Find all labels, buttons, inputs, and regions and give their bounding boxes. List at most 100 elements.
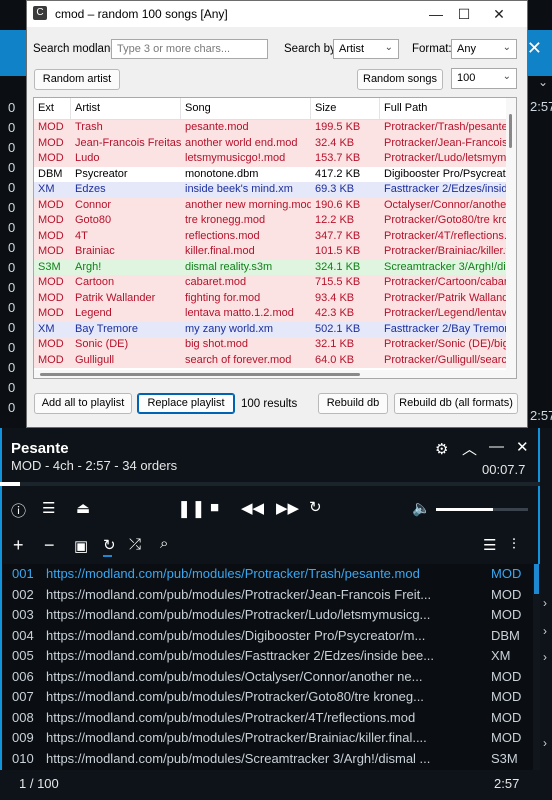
stop-icon[interactable]: ■ bbox=[210, 499, 219, 516]
playlist-ext: MOD bbox=[491, 566, 522, 581]
scrollbar-thumb[interactable] bbox=[509, 114, 512, 148]
playlist-item[interactable]: 003 https://modland.com/pub/modules/Protr… bbox=[3, 605, 533, 626]
replace-playlist-button[interactable]: Replace playlist bbox=[137, 393, 235, 414]
table-row[interactable]: MOD Goto80 tre kronegg.mod 12.2 KB Protracke… bbox=[34, 213, 507, 229]
table-row[interactable]: S3M Argh! dismal reality.s3m 324.1 KB Scream… bbox=[34, 259, 507, 275]
results-count: 100 results bbox=[241, 398, 298, 410]
search-by-select[interactable]: Artist ⌄ bbox=[333, 39, 399, 59]
playlist-item[interactable]: 005 https://modland.com/pub/modules/Fastt… bbox=[3, 646, 533, 667]
search-icon[interactable]: ⌕ bbox=[160, 535, 168, 552]
cell-song: another new morning.mod bbox=[185, 198, 311, 211]
info-icon[interactable]: ⓘ bbox=[11, 500, 26, 521]
eject-icon[interactable]: ⏏ bbox=[76, 499, 90, 517]
cell-path: Screamtracker 3/Argh!/dismal bbox=[384, 260, 507, 273]
table-row[interactable]: MOD Legend lentava matto.1.2.mod 42.3 KB Pro… bbox=[34, 306, 507, 322]
playlist-ext: MOD bbox=[491, 607, 522, 622]
chevron-right-icon[interactable]: › bbox=[543, 596, 547, 610]
background-row-number: 0 bbox=[8, 100, 16, 115]
menu-icon[interactable]: ☰ bbox=[42, 499, 55, 517]
column-header-full-path[interactable]: Full Path bbox=[380, 98, 510, 119]
close-icon[interactable]: ✕ bbox=[516, 438, 529, 456]
cell-size: 153.7 KB bbox=[315, 152, 361, 164]
minimize-icon[interactable]: — bbox=[489, 438, 504, 455]
column-header-ext[interactable]: Ext bbox=[34, 98, 71, 119]
playlist-item[interactable]: 009 https://modland.com/pub/modules/Protr… bbox=[3, 728, 533, 749]
playlist-item[interactable]: 007 https://modland.com/pub/modules/Protr… bbox=[3, 687, 533, 708]
playlist-icon[interactable]: ☰ bbox=[483, 536, 496, 554]
table-row[interactable]: MOD Ludo letsmymusicgo!.mod 153.7 KB Protrac… bbox=[34, 151, 507, 167]
rebuild-db-button[interactable]: Rebuild db bbox=[318, 393, 388, 414]
save-icon[interactable]: ▣ bbox=[74, 537, 88, 555]
column-header-size[interactable]: Size bbox=[311, 98, 380, 119]
chevron-up-icon[interactable]: ︿ bbox=[462, 438, 477, 459]
playlist-item[interactable]: 002 https://modland.com/pub/modules/Protr… bbox=[3, 585, 533, 606]
scrollbar-thumb[interactable] bbox=[40, 373, 360, 376]
volume-slider[interactable] bbox=[436, 508, 528, 511]
table-horizontal-scrollbar[interactable] bbox=[34, 370, 507, 378]
format-select[interactable]: Any ⌄ bbox=[451, 39, 517, 59]
playlist-item[interactable]: 006 https://modland.com/pub/modules/Octal… bbox=[3, 667, 533, 688]
table-row[interactable]: MOD Sonic (DE) big shot.mod 32.1 KB Protrack… bbox=[34, 337, 507, 353]
close-icon[interactable]: ✕ bbox=[527, 38, 542, 59]
scrollbar-thumb[interactable] bbox=[534, 564, 539, 594]
fast-forward-icon[interactable]: ▶▶ bbox=[276, 499, 299, 517]
cell-song: fighting for.mod bbox=[185, 291, 261, 304]
progress-bar[interactable] bbox=[0, 482, 540, 486]
chevron-down-icon: ⌄ bbox=[502, 42, 511, 53]
random-artist-button[interactable]: Random artist bbox=[34, 69, 120, 90]
cell-artist: Brainiac bbox=[75, 245, 115, 257]
column-header-song[interactable]: Song bbox=[181, 98, 311, 119]
shuffle-icon[interactable]: ⤮ bbox=[129, 536, 141, 553]
close-icon[interactable]: ✕ bbox=[482, 1, 516, 27]
cell-artist: Cartoon bbox=[75, 276, 115, 288]
playlist-ext: MOD bbox=[491, 668, 522, 684]
playlist-scrollbar[interactable] bbox=[533, 564, 540, 770]
background-time: 2:57 bbox=[530, 408, 552, 423]
count-select[interactable]: 100 ⌄ bbox=[451, 68, 517, 89]
gear-icon[interactable]: ⚙ bbox=[435, 440, 448, 458]
cell-song: tre kronegg.mod bbox=[185, 214, 266, 226]
search-input[interactable]: Type 3 or more chars... bbox=[111, 39, 268, 59]
chevron-down-icon[interactable]: ⌄ bbox=[538, 75, 548, 89]
cell-song: pesante.mod bbox=[185, 121, 249, 133]
table-row[interactable]: MOD Brainiac killer.final.mod 101.5 KB Protr… bbox=[34, 244, 507, 260]
column-header-artist[interactable]: Artist bbox=[71, 98, 181, 119]
rebuild-db-all-formats-button[interactable]: Rebuild db (all formats) bbox=[394, 393, 518, 414]
volume-icon[interactable]: 🔈 bbox=[412, 499, 431, 517]
table-row[interactable]: MOD Jean-Francois Freitas another world en… bbox=[34, 135, 507, 151]
add-icon[interactable]: + bbox=[13, 535, 24, 556]
table-row[interactable]: XM Edzes inside beek's mind.xm 69.3 KB Fastt… bbox=[34, 182, 507, 198]
chevron-right-icon[interactable]: › bbox=[543, 736, 547, 750]
loop-icon[interactable]: ↻ bbox=[103, 536, 116, 554]
background-row-number: 0 bbox=[8, 180, 16, 195]
cell-size: 32.1 KB bbox=[315, 338, 355, 350]
table-row[interactable]: MOD Patrik Wallander fighting for.mod 93.4 … bbox=[34, 290, 507, 306]
equalizer-icon[interactable]: ⫶ bbox=[512, 536, 516, 553]
maximize-icon[interactable]: ☐ bbox=[447, 1, 481, 27]
table-row[interactable]: XM Bay Tremore my zany world.xm 502.1 KB Fas… bbox=[34, 321, 507, 337]
table-vertical-scrollbar[interactable] bbox=[506, 98, 516, 378]
table-row[interactable]: MOD Connor another new morning.mod 190.6 KB… bbox=[34, 197, 507, 213]
playlist-item[interactable]: 001 https://modland.com/pub/modules/Protr… bbox=[3, 564, 533, 585]
table-row[interactable]: MOD Cartoon cabaret.mod 715.5 KB Protracker/… bbox=[34, 275, 507, 291]
cell-artist: Ludo bbox=[75, 152, 100, 164]
playlist-item[interactable]: 008 https://modland.com/pub/modules/Protr… bbox=[3, 708, 533, 729]
rewind-icon[interactable]: ◀◀ bbox=[241, 499, 264, 517]
table-row[interactable]: MOD Gulligull search of forever.mod 64.0 KB… bbox=[34, 352, 507, 368]
playlist-item[interactable]: 010 https://modland.com/pub/modules/Screa… bbox=[3, 749, 533, 770]
pause-icon[interactable]: ❚❚ bbox=[177, 499, 206, 519]
random-songs-button[interactable]: Random songs bbox=[357, 69, 443, 90]
chevron-right-icon[interactable]: › bbox=[543, 624, 547, 638]
repeat-icon[interactable]: ↻ bbox=[309, 498, 322, 516]
playlist-ext: MOD bbox=[491, 709, 522, 725]
search-by-label: Search by: bbox=[284, 43, 339, 55]
chevron-right-icon[interactable]: › bbox=[543, 650, 547, 664]
table-row[interactable]: MOD 4T reflections.mod 347.7 KB Protracker/4… bbox=[34, 228, 507, 244]
add-all-to-playlist-button[interactable]: Add all to playlist bbox=[34, 393, 132, 414]
playlist-item[interactable]: 004 https://modland.com/pub/modules/Digib… bbox=[3, 626, 533, 647]
cell-path: Fasttracker 2/Edzes/inside bee bbox=[384, 183, 507, 195]
table-row[interactable]: MOD Trash pesante.mod 199.5 KB Protracker/Tr… bbox=[34, 120, 507, 136]
remove-icon[interactable]: − bbox=[44, 535, 55, 556]
table-row[interactable]: DBM Psycreator monotone.dbm 417.2 KB Digiboo… bbox=[34, 166, 507, 182]
search-dialog: C cmod – random 100 songs [Any] — ☐ ✕ Se… bbox=[26, 0, 528, 428]
